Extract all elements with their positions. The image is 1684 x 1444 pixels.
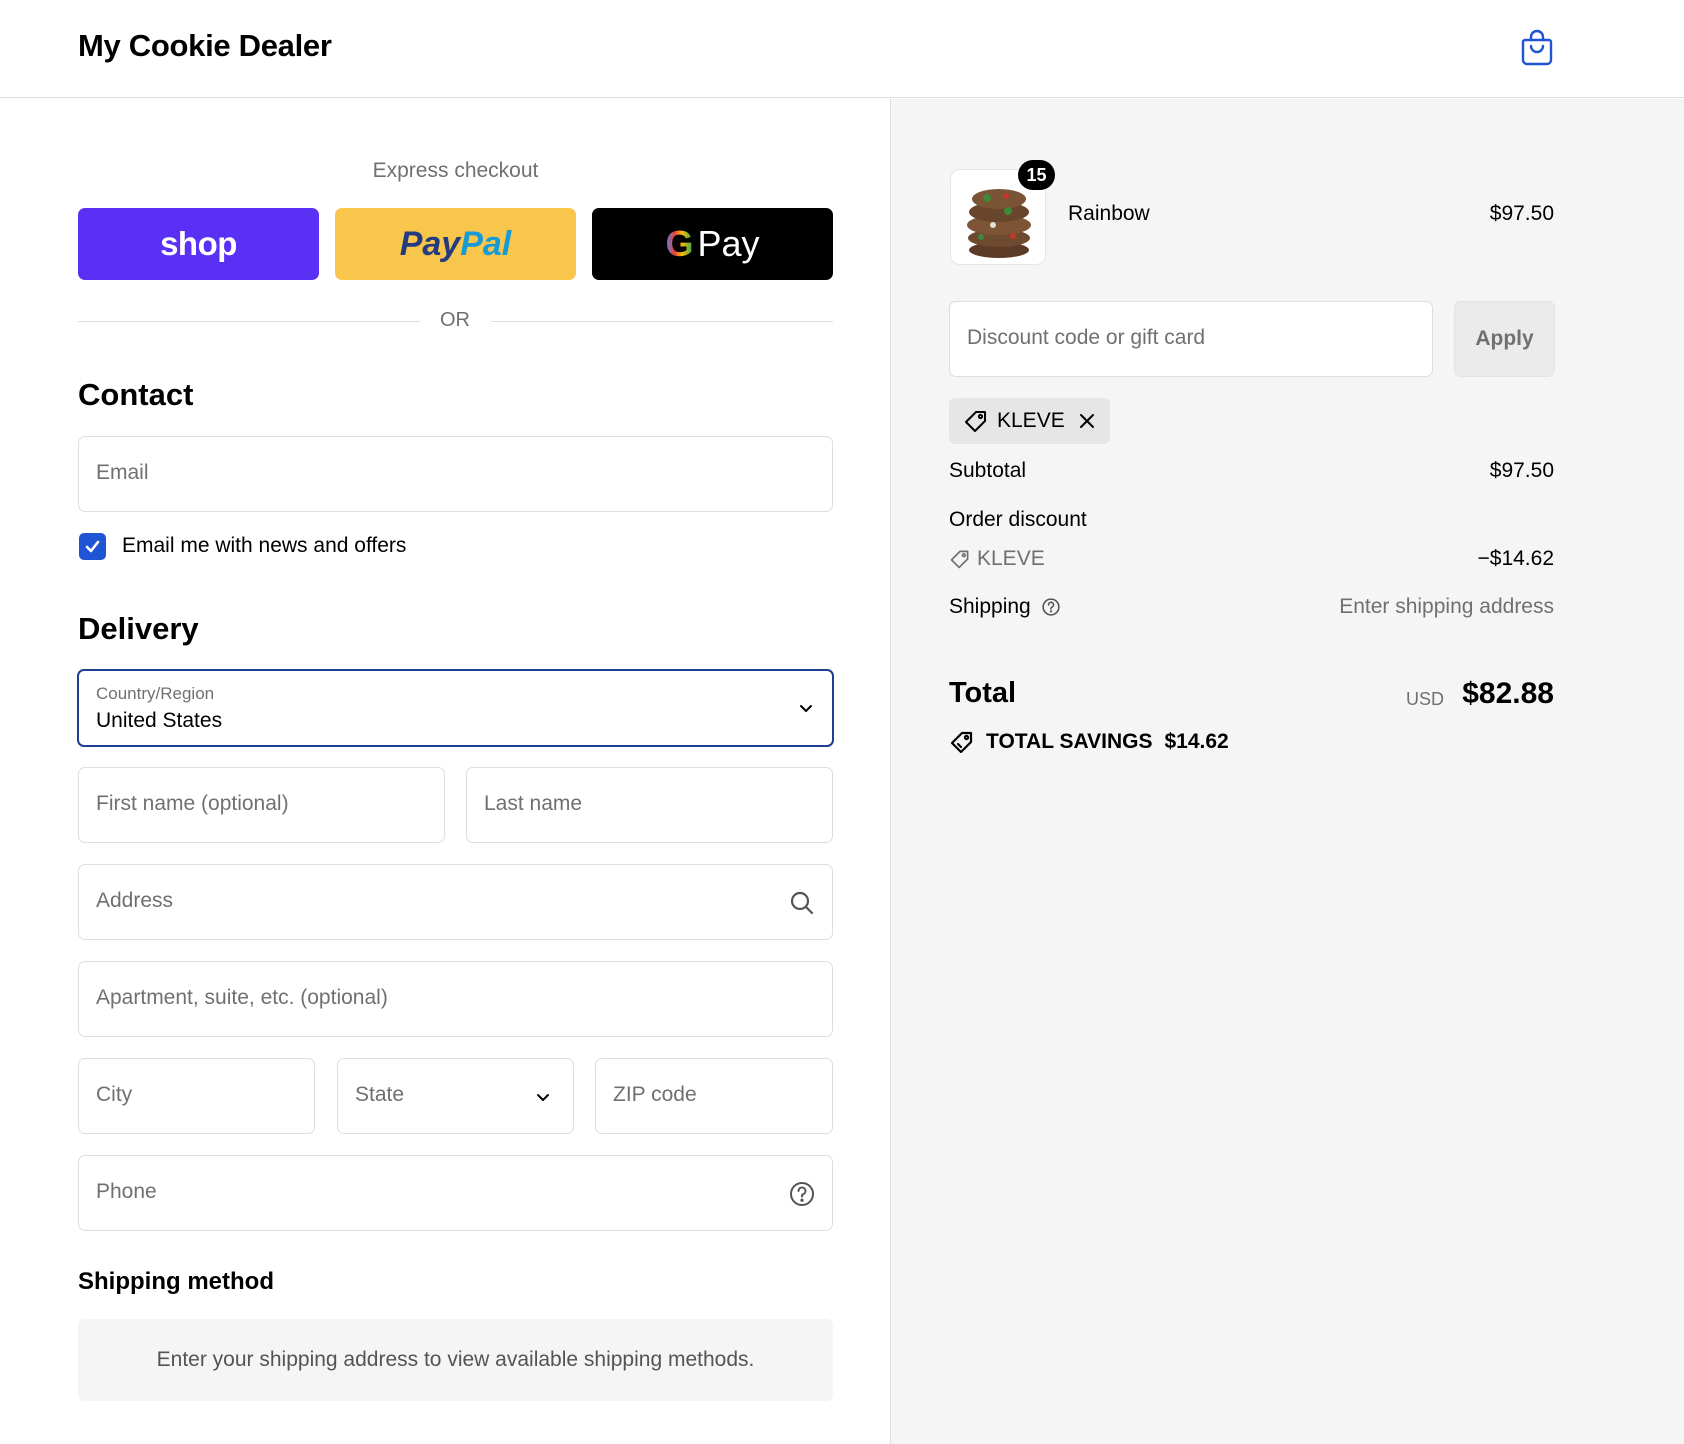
order-discount-code: KLEVE <box>977 547 1045 570</box>
first-name-field[interactable]: First name (optional) <box>78 767 445 843</box>
last-name-field[interactable]: Last name <box>466 767 833 843</box>
express-checkout-title: Express checkout <box>372 159 539 182</box>
shop-pay-label: shop <box>160 225 237 262</box>
search-icon[interactable] <box>788 889 816 917</box>
address-field[interactable]: Address <box>78 864 833 940</box>
discount-code-input[interactable]: Discount code or gift card <box>949 301 1433 377</box>
state-select[interactable]: State <box>337 1058 574 1134</box>
or-divider-left <box>78 321 420 322</box>
quantity-badge: 15 <box>1018 160 1055 190</box>
tag-icon <box>965 411 986 432</box>
store-name[interactable]: My Cookie Dealer <box>78 28 332 64</box>
order-discount-value: −$14.62 <box>1477 547 1555 570</box>
phone-placeholder: Phone <box>96 1180 157 1203</box>
apartment-placeholder: Apartment, suite, etc. (optional) <box>96 986 388 1009</box>
shipping-row: Shipping <box>949 595 1061 619</box>
tag-icon <box>950 550 969 569</box>
header: My Cookie Dealer <box>0 0 1684 98</box>
chevron-down-icon <box>800 705 812 712</box>
zip-placeholder: ZIP code <box>613 1083 697 1106</box>
paypal-label-part1: Pay <box>399 224 461 263</box>
or-divider-right <box>491 321 833 322</box>
shopping-bag-icon[interactable] <box>1520 28 1554 66</box>
help-circle-icon[interactable] <box>1041 597 1061 617</box>
total-savings: TOTAL SAVINGS $14.62 <box>949 729 1229 755</box>
order-discount-label: Order discount <box>949 508 1087 531</box>
help-circle-icon[interactable] <box>788 1180 816 1208</box>
country-select[interactable]: Country/Region United States <box>77 669 834 747</box>
delivery-title: Delivery <box>78 611 199 646</box>
country-value: United States <box>96 709 223 732</box>
savings-tag-icon <box>950 731 973 754</box>
apply-discount-button[interactable]: Apply <box>1454 301 1555 377</box>
applied-discount-code: KLEVE <box>997 409 1065 432</box>
country-label: Country/Region <box>96 684 215 703</box>
total-currency: USD <box>1405 689 1444 709</box>
paypal-label-part2: Pal <box>460 224 512 263</box>
contact-title: Contact <box>78 377 194 412</box>
order-discount-code-row: KLEVE <box>949 547 1045 571</box>
shipping-method-note: Enter your shipping address to view avai… <box>78 1319 833 1401</box>
total-value: $82.88 <box>1462 677 1554 710</box>
shop-pay-button[interactable]: shop <box>78 208 319 280</box>
total-label: Total <box>949 677 1017 709</box>
shipping-method-title: Shipping method <box>78 1268 274 1295</box>
total-savings-label: TOTAL SAVINGS <box>986 730 1153 753</box>
city-field[interactable]: City <box>78 1058 315 1134</box>
email-field[interactable]: Email <box>78 436 833 512</box>
zip-field[interactable]: ZIP code <box>595 1058 833 1134</box>
order-summary: 15 Rainbow $97.50 Discount code or gift … <box>890 99 1684 1444</box>
shipping-value: Enter shipping address <box>1339 595 1554 618</box>
google-g-icon: G <box>665 223 694 264</box>
product-name: Rainbow <box>1068 202 1150 225</box>
apartment-field[interactable]: Apartment, suite, etc. (optional) <box>78 961 833 1037</box>
last-name-placeholder: Last name <box>484 792 583 815</box>
shipping-label: Shipping <box>949 595 1031 618</box>
phone-field[interactable]: Phone <box>78 1155 833 1231</box>
city-placeholder: City <box>96 1083 133 1106</box>
subtotal-label: Subtotal <box>949 459 1027 482</box>
first-name-placeholder: First name (optional) <box>96 792 289 815</box>
checkout-form: Express checkout shop Pay Pal G Pay OR Con… <box>0 99 890 1444</box>
product-price: $97.50 <box>1489 202 1554 225</box>
state-placeholder: State <box>355 1083 405 1106</box>
chevron-down-icon <box>537 1094 549 1101</box>
paypal-button[interactable]: Pay Pal <box>335 208 576 280</box>
discount-placeholder: Discount code or gift card <box>967 326 1206 349</box>
newsletter-label[interactable]: Email me with news and offers <box>122 534 406 558</box>
subtotal-value: $97.50 <box>1489 459 1554 482</box>
close-icon[interactable] <box>1076 410 1098 432</box>
newsletter-checkbox[interactable] <box>79 533 106 560</box>
checkmark-icon <box>85 540 100 553</box>
google-pay-button[interactable]: G Pay <box>592 208 833 280</box>
total-savings-value: $14.62 <box>1164 730 1229 753</box>
google-pay-label: Pay <box>697 223 760 264</box>
address-placeholder: Address <box>96 889 174 912</box>
email-placeholder: Email <box>96 461 149 484</box>
applied-discount-tag: KLEVE <box>949 398 1110 444</box>
or-label: OR <box>440 309 470 331</box>
